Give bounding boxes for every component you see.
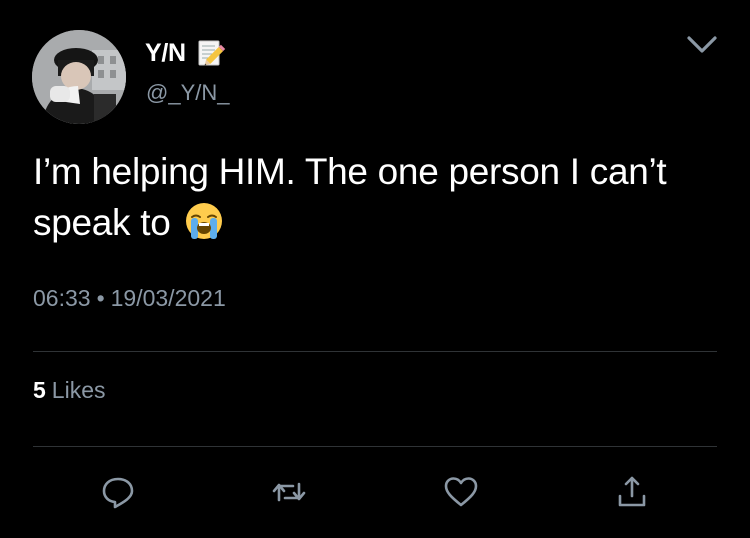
avatar-photo: [32, 30, 126, 124]
display-name[interactable]: Y/N: [145, 39, 186, 68]
tweet-timestamp[interactable]: 06:33 • 19/03/2021: [33, 285, 226, 312]
tweet-time[interactable]: 06:33: [33, 285, 91, 311]
retweet-icon[interactable]: [269, 472, 309, 512]
loudly-crying-face-icon: [184, 201, 224, 241]
tweet-detail: Y/N @_Y/N_ I’m helping HIM. The one pers…: [0, 0, 750, 538]
chevron-down-icon[interactable]: [684, 32, 720, 58]
divider: [33, 351, 717, 352]
reply-icon[interactable]: [98, 472, 138, 512]
like-icon[interactable]: [441, 472, 481, 512]
author-handle[interactable]: @_Y/N_: [146, 80, 229, 106]
likes-label: Likes: [51, 377, 106, 403]
author-name-row[interactable]: Y/N: [145, 36, 226, 70]
share-icon[interactable]: [612, 472, 652, 512]
meta-separator: •: [96, 285, 105, 311]
divider: [33, 446, 717, 447]
tweet-text: I’m helping HIM. The one person I can’t …: [33, 146, 713, 248]
avatar[interactable]: [32, 30, 126, 124]
likes-count: 5: [33, 377, 46, 403]
memo-icon: [196, 38, 226, 68]
likes-stat[interactable]: 5 Likes: [33, 377, 106, 404]
tweet-body: I’m helping HIM. The one person I can’t …: [33, 151, 667, 243]
tweet-date[interactable]: 19/03/2021: [111, 285, 226, 311]
